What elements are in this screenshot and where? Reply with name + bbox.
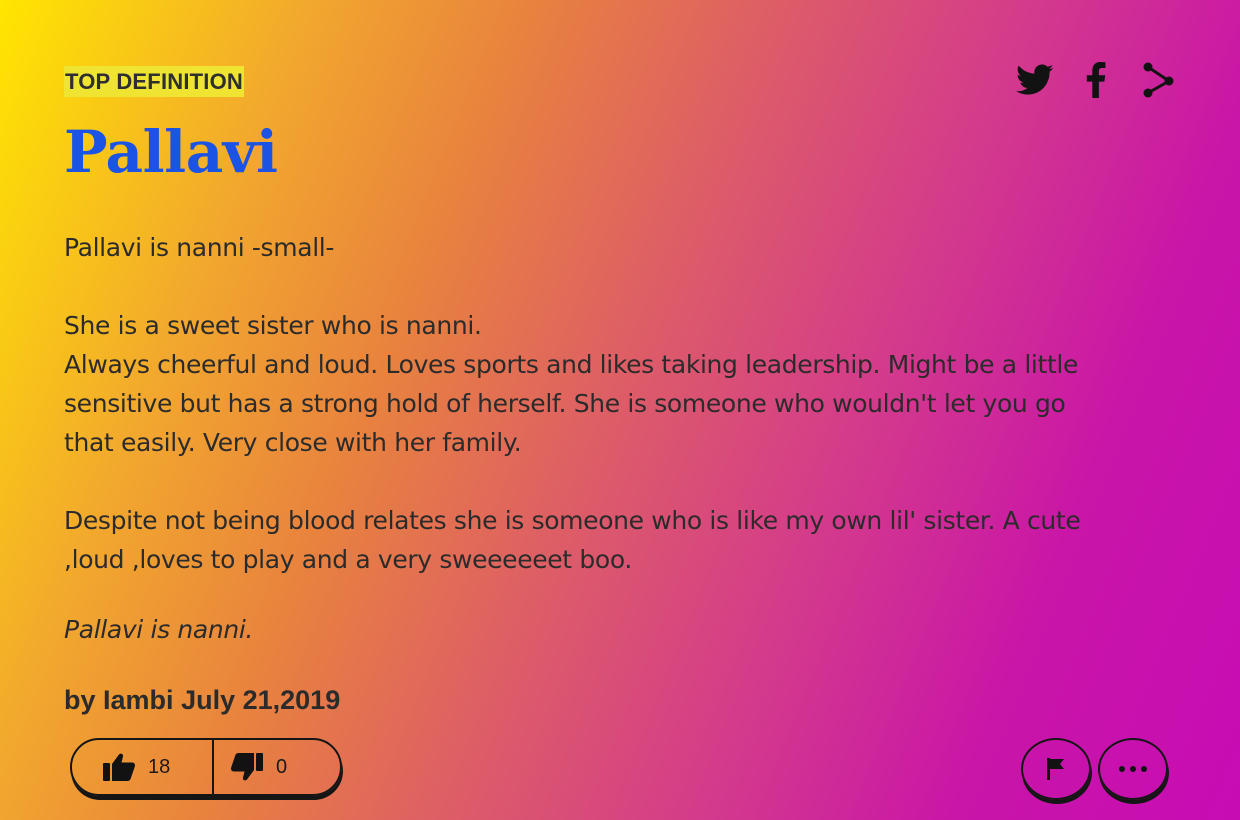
share-facebook-button[interactable] <box>1086 60 1106 100</box>
downvote-button[interactable]: 0 <box>212 740 340 794</box>
downvote-count: 0 <box>276 755 288 778</box>
flag-button[interactable] <box>1021 738 1091 800</box>
meaning-line: Always cheerful and loud. Loves sports a… <box>64 350 1079 379</box>
definition-card: TOP DEFINITION Pallavi Pallavi is nanni … <box>0 0 1240 820</box>
contributor-line: by Iambi July 21,2019 <box>64 680 340 720</box>
paragraph-break <box>64 267 1174 306</box>
flag-icon <box>1047 758 1064 780</box>
author-link[interactable]: Iambi <box>103 685 174 715</box>
meaning-line: Pallavi is nanni -small- <box>64 233 335 262</box>
post-date: July 21,2019 <box>181 685 341 715</box>
paragraph-break <box>64 462 1174 501</box>
contributor-prefix: by <box>64 685 96 715</box>
meaning-line: ,loud ,loves to play and a very sweeeeee… <box>64 545 632 574</box>
thumbs-up-icon <box>103 753 136 781</box>
definition-meaning: Pallavi is nanni -small- She is a sweet … <box>64 228 1174 579</box>
upvote-button[interactable]: 18 <box>72 740 212 794</box>
meaning-line: that easily. Very close with her family. <box>64 428 522 457</box>
share-link-button[interactable] <box>1142 60 1176 100</box>
meaning-line: She is a sweet sister who is nanni. <box>64 311 482 340</box>
share-twitter-button[interactable] <box>1016 60 1054 100</box>
definition-example: Pallavi is nanni. <box>64 615 254 644</box>
meaning-line: sensitive but has a strong hold of herse… <box>64 389 1066 418</box>
meaning-line: Despite not being blood relates she is s… <box>64 506 1081 535</box>
share-icon <box>1143 62 1174 98</box>
top-definition-badge: TOP DEFINITION <box>64 66 245 97</box>
more-icon <box>1119 766 1147 772</box>
twitter-icon <box>1016 64 1054 95</box>
more-options-button[interactable] <box>1098 738 1168 800</box>
vote-bar: 18 0 <box>70 738 342 796</box>
defined-word[interactable]: Pallavi <box>64 112 278 192</box>
thumbs-down-icon <box>230 753 263 781</box>
upvote-count: 18 <box>148 755 171 778</box>
facebook-icon <box>1086 62 1106 98</box>
